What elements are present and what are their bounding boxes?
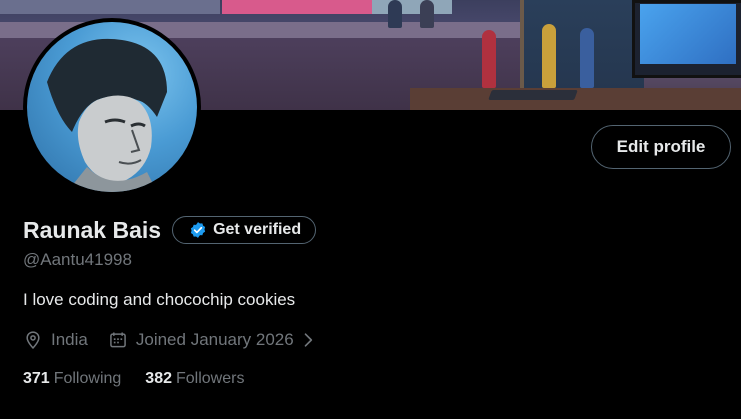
get-verified-label: Get verified: [213, 221, 302, 238]
following-count: 371: [23, 370, 50, 387]
user-handle: @Aantu41998: [23, 250, 132, 269]
following-label: Following: [53, 370, 122, 387]
joined-item[interactable]: Joined January 2026: [108, 330, 316, 350]
joined-text: Joined January 2026: [135, 330, 294, 349]
location-pin-icon: [26, 331, 40, 349]
avatar-portrait: [47, 38, 167, 192]
chevron-right-icon: [304, 333, 312, 347]
calendar-icon: [110, 332, 126, 348]
followers-count: 382: [145, 370, 172, 387]
edit-profile-button[interactable]: Edit profile: [591, 125, 731, 169]
get-verified-button[interactable]: Get verified: [172, 216, 317, 244]
follow-stats: 371 Following 382 Followers: [23, 370, 244, 388]
bio-text: I love coding and chocochip cookies: [23, 290, 296, 309]
followers-label: Followers: [176, 370, 245, 387]
name-row: Raunak Bais Get verified: [23, 214, 317, 246]
display-name: Raunak Bais: [23, 216, 162, 243]
avatar[interactable]: [23, 18, 201, 196]
profile-meta: India Joined January 2026: [23, 329, 316, 351]
followers-link[interactable]: 382 Followers: [145, 370, 244, 388]
verified-badge-icon: [190, 222, 206, 238]
location-item: India: [23, 330, 88, 350]
following-link[interactable]: 371 Following: [23, 370, 121, 388]
location-text: India: [51, 330, 88, 349]
